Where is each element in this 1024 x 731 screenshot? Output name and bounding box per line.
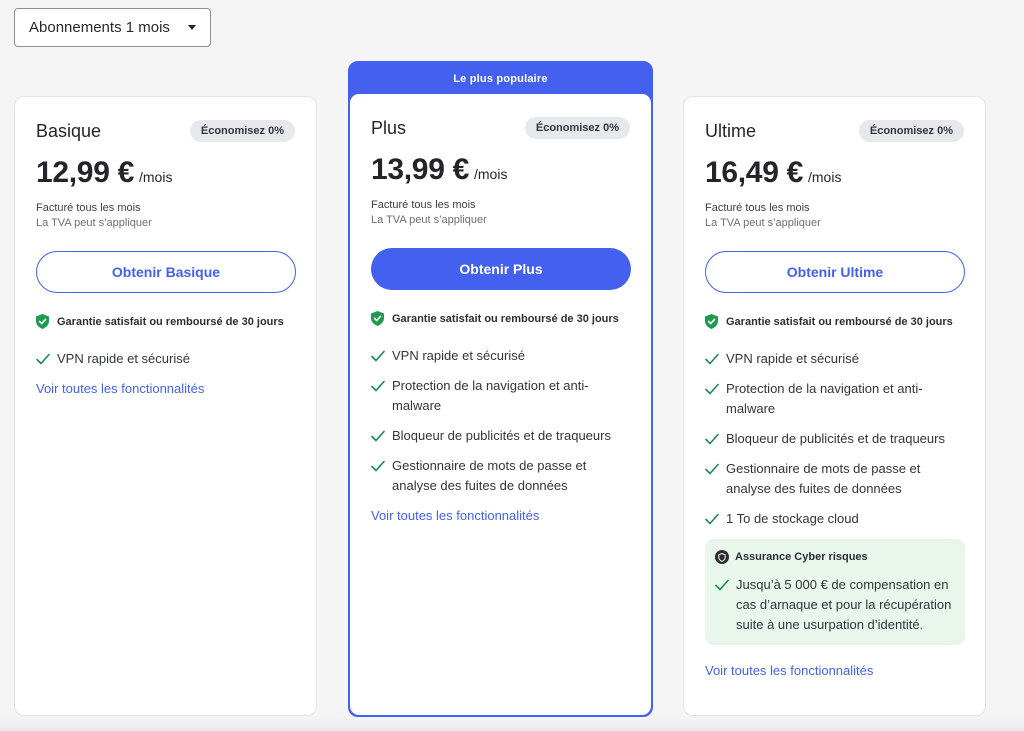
price-period: /mois xyxy=(139,169,173,185)
check-icon xyxy=(705,383,719,395)
feature-item: VPN rapide et sécurisé xyxy=(371,346,630,366)
check-icon xyxy=(371,460,385,472)
savings-badge: Économisez 0% xyxy=(858,120,964,142)
guarantee-note: Garantie satisfait ou remboursé de 30 jo… xyxy=(36,314,295,329)
check-icon xyxy=(371,380,385,392)
billing-period-select[interactable]: Abonnements 1 mois xyxy=(14,8,211,47)
feature-item: Gestionnaire de mots de passe et analyse… xyxy=(371,456,630,496)
vat-note: La TVA peut s’appliquer xyxy=(705,217,821,229)
shield-check-icon xyxy=(371,311,384,326)
price-period: /mois xyxy=(808,169,842,185)
check-icon xyxy=(705,513,719,525)
plan-price: 16,49 € xyxy=(705,156,803,189)
plan-card-plus: Le plus populaire Plus Économisez 0% 13,… xyxy=(348,61,653,717)
feature-item: 1 To de stockage cloud xyxy=(705,509,964,529)
cyber-insurance-box: Assurance Cyber risques Jusqu’à 5 000 € … xyxy=(705,539,965,645)
vat-note: La TVA peut s’appliquer xyxy=(36,217,152,229)
guarantee-text: Garantie satisfait ou remboursé de 30 jo… xyxy=(726,315,953,328)
see-all-features-link[interactable]: Voir toutes les fonctionnalités xyxy=(705,663,873,678)
get-basique-button[interactable]: Obtenir Basique xyxy=(36,251,296,293)
shield-check-icon xyxy=(36,314,49,329)
guarantee-note: Garantie satisfait ou remboursé de 30 jo… xyxy=(705,314,964,329)
plan-price: 13,99 € xyxy=(371,153,469,186)
plan-card-basique: Basique Économisez 0% 12,99 € /mois Fact… xyxy=(14,96,317,716)
billing-note: Facturé tous les mois xyxy=(371,199,476,211)
check-icon xyxy=(705,463,719,475)
guarantee-text: Garantie satisfait ou remboursé de 30 jo… xyxy=(57,315,284,328)
shield-check-icon xyxy=(705,314,718,329)
feature-item: Gestionnaire de mots de passe et analyse… xyxy=(705,459,964,499)
savings-badge: Économisez 0% xyxy=(524,117,630,139)
see-all-features-link[interactable]: Voir toutes les fonctionnalités xyxy=(36,381,204,396)
caret-down-icon xyxy=(188,25,196,30)
page-bottom-edge xyxy=(0,717,1024,731)
feature-item: Bloqueur de publicités et de traqueurs xyxy=(371,426,630,446)
insurance-text: Jusqu’à 5 000 € de compensation en cas d… xyxy=(736,577,952,632)
feature-item: VPN rapide et sécurisé xyxy=(36,349,295,369)
feature-item: Protection de la navigation et anti-malw… xyxy=(371,376,630,416)
feature-list: VPN rapide et sécurisé xyxy=(36,349,295,369)
plan-price: 12,99 € xyxy=(36,156,134,189)
plan-name: Basique xyxy=(36,120,102,141)
check-icon xyxy=(371,430,385,442)
check-icon xyxy=(371,350,385,362)
vat-note: La TVA peut s’appliquer xyxy=(371,214,487,226)
check-icon xyxy=(715,579,729,591)
plan-name: Plus xyxy=(371,117,407,138)
guarantee-note: Garantie satisfait ou remboursé de 30 jo… xyxy=(371,311,630,326)
shield-icon xyxy=(715,550,729,564)
check-icon xyxy=(36,353,50,365)
plan-name: Ultime xyxy=(705,120,757,141)
billing-note: Facturé tous les mois xyxy=(36,202,141,214)
check-icon xyxy=(705,353,719,365)
insurance-title: Assurance Cyber risques xyxy=(735,551,868,563)
billing-period-value: Abonnements 1 mois xyxy=(29,19,170,36)
guarantee-text: Garantie satisfait ou remboursé de 30 jo… xyxy=(392,312,619,325)
get-plus-button[interactable]: Obtenir Plus xyxy=(371,248,631,290)
price-period: /mois xyxy=(474,166,508,182)
popular-banner: Le plus populaire xyxy=(453,72,548,85)
feature-list: VPN rapide et sécurisé Protection de la … xyxy=(371,346,630,496)
billing-note: Facturé tous les mois xyxy=(705,202,810,214)
feature-list: VPN rapide et sécurisé Protection de la … xyxy=(705,349,964,529)
feature-item: VPN rapide et sécurisé xyxy=(705,349,964,369)
see-all-features-link[interactable]: Voir toutes les fonctionnalités xyxy=(371,508,539,523)
feature-item: Protection de la navigation et anti-malw… xyxy=(705,379,964,419)
feature-item: Bloqueur de publicités et de traqueurs xyxy=(705,429,964,449)
check-icon xyxy=(705,433,719,445)
get-ultime-button[interactable]: Obtenir Ultime xyxy=(705,251,965,293)
plan-card-ultime: Ultime Économisez 0% 16,49 € /mois Factu… xyxy=(683,96,986,716)
savings-badge: Économisez 0% xyxy=(189,120,295,142)
